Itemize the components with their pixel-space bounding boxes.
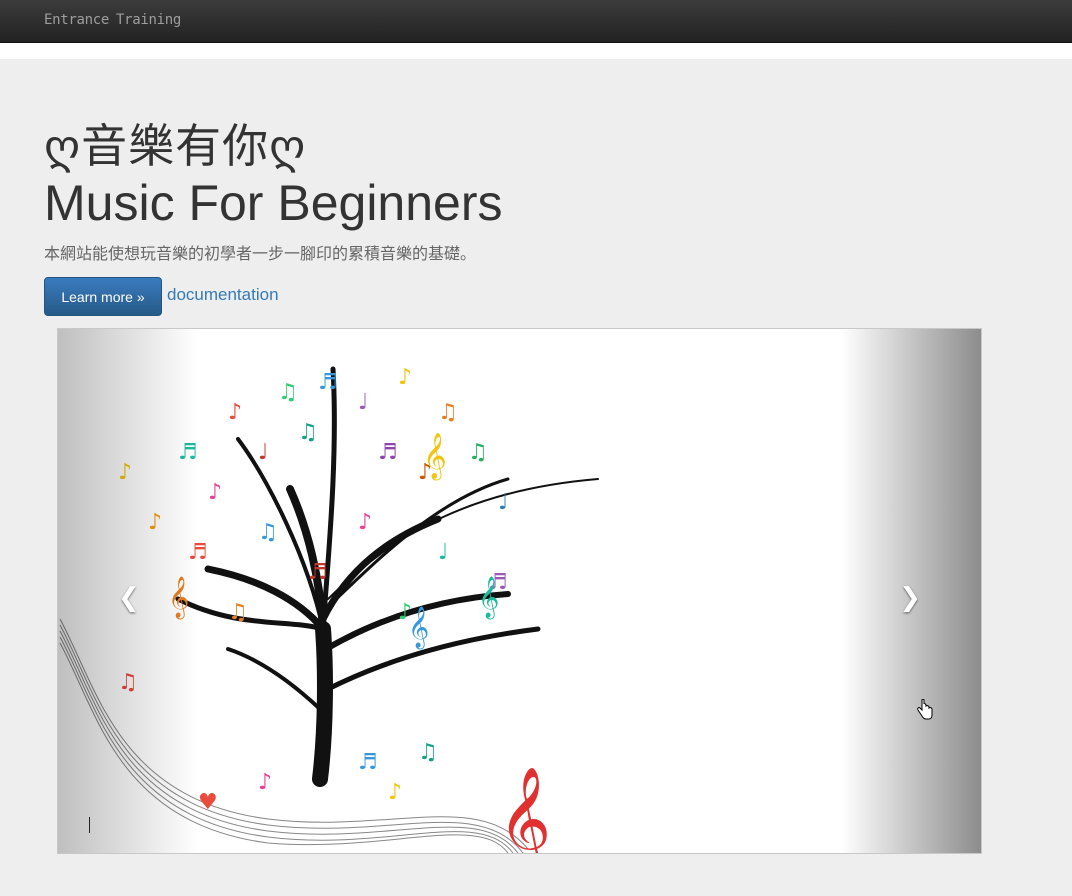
svg-text:♬: ♬ [378,440,398,465]
svg-text:♪: ♪ [398,365,412,390]
svg-text:𝄞: 𝄞 [478,576,499,619]
svg-text:♩: ♩ [438,540,448,565]
page-title-english: Music For Beginners [44,175,503,231]
hand-cursor-icon [917,699,933,720]
svg-text:♫: ♫ [258,520,278,545]
nav-link-entrance[interactable]: Entrance [44,12,109,28]
svg-text:♫: ♫ [278,380,298,405]
svg-text:𝄞: 𝄞 [408,606,429,649]
learn-more-button[interactable]: Learn more » [44,277,162,316]
nav-link-training[interactable]: Training [116,12,181,28]
svg-text:♬: ♬ [318,370,338,395]
image-carousel: ♪ ♫ ♬ ♩ ♪ ♫ ♬ ♪ ♩ ♫ ♬ ♪ ♫ ♩ ♪ ♬ ♫ [57,328,982,854]
carousel-prev-control[interactable]: ❮ [58,329,198,853]
svg-text:♩: ♩ [498,490,508,515]
svg-text:𝄞: 𝄞 [423,433,447,481]
svg-text:♪: ♪ [388,780,402,805]
jumbotron: ღ音樂有你ღ Music For Beginners 本網站能使想玩音樂的初學者… [0,59,1072,896]
svg-text:♫: ♫ [298,420,318,445]
svg-text:♪: ♪ [258,770,272,795]
chevron-right-icon: ❯ [899,583,921,613]
svg-text:♪: ♪ [228,400,242,425]
svg-text:♩: ♩ [358,390,368,415]
page-title-chinese: ღ音樂有你ღ [44,119,307,173]
svg-text:♬: ♬ [308,560,328,585]
svg-text:♫: ♫ [438,400,458,425]
carousel-next-control[interactable]: ❯ [841,329,981,853]
chevron-left-icon: ❮ [118,583,140,613]
svg-text:♪: ♪ [358,510,372,535]
svg-text:♩: ♩ [258,440,268,465]
svg-text:♫: ♫ [418,740,438,765]
svg-text:♬: ♬ [358,750,378,775]
svg-text:♪: ♪ [208,480,222,505]
text-caret [89,817,90,833]
svg-text:♫: ♫ [468,440,488,465]
top-navbar: Entrance Training [0,0,1072,43]
svg-text:𝄞: 𝄞 [498,766,551,853]
svg-text:♫: ♫ [228,600,248,625]
documentation-link[interactable]: documentation [167,285,279,305]
tagline: 本網站能使想玩音樂的初學者一步一腳印的累積音樂的基礎。 [44,244,477,263]
svg-text:♥: ♥ [198,790,218,815]
